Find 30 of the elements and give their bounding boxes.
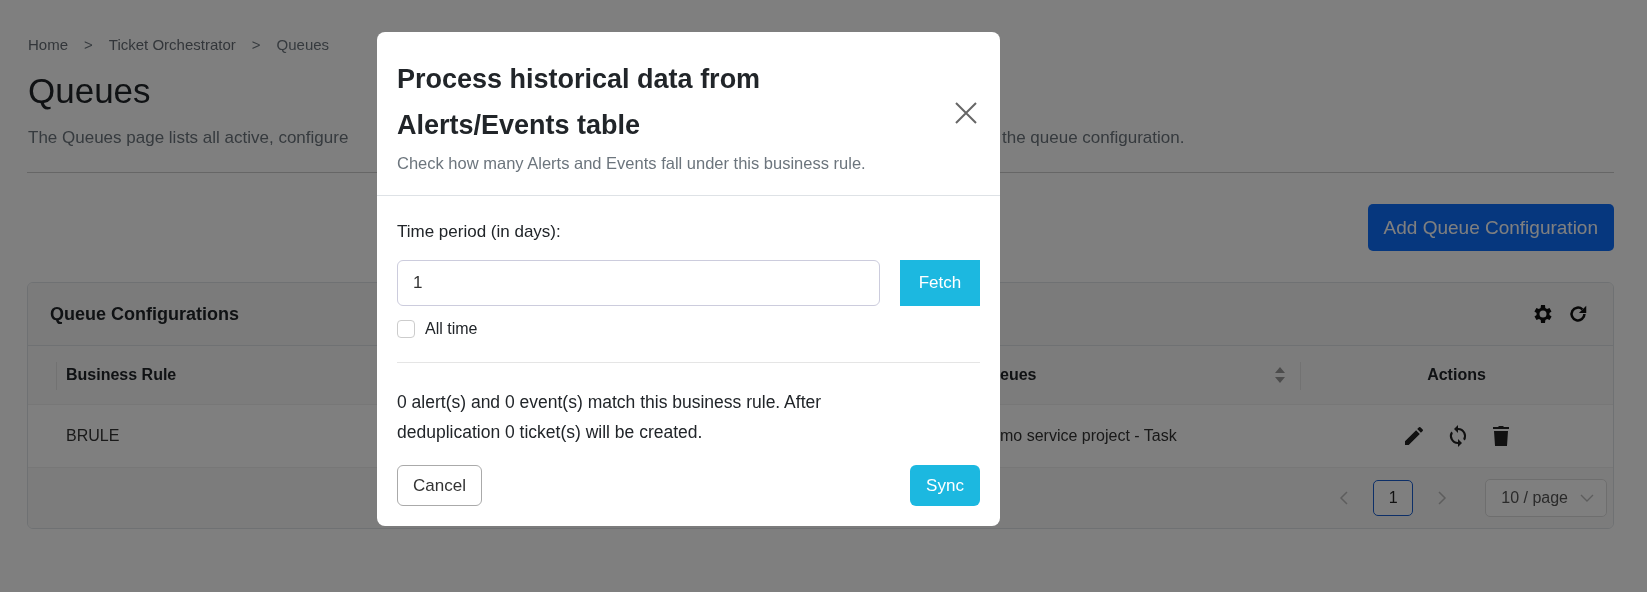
dialog-title: Process historical data from Alerts/Events table <box>397 63 762 142</box>
table-cell: BRULE <box>66 427 120 445</box>
checkbox-label: All time <box>425 320 478 338</box>
cancel-button[interactable]: Cancel <box>397 465 482 506</box>
field-label: Time period (in days): <box>397 222 562 242</box>
dialog-subtitle: Check how many Alerts and Events fall under this business rule. <box>397 154 867 173</box>
refresh-icon[interactable] <box>1567 303 1589 325</box>
page-button[interactable]: 1 <box>1373 480 1414 516</box>
time-period-field[interactable]: 1 <box>397 260 880 306</box>
page-description: the queue configuration. <box>1002 128 1185 148</box>
breadcrumb-separator: > <box>84 36 93 53</box>
page-description: The Queues page lists all active, configure <box>28 128 350 148</box>
breadcrumb-current: Queues <box>276 36 330 53</box>
table-cell: mo service project - Task <box>1000 427 1177 445</box>
breadcrumb-link[interactable]: Home <box>28 36 68 53</box>
page-title: Queues <box>28 70 151 112</box>
card-title: Queue Configurations <box>50 303 239 325</box>
all-time-checkbox[interactable] <box>397 320 415 338</box>
chevron-down-icon <box>1580 493 1594 503</box>
add-queue-configuration-button[interactable]: Add Queue Configuration <box>1367 204 1614 251</box>
column-header: Actions <box>1427 366 1486 384</box>
column-header[interactable]: eues <box>1000 366 1037 384</box>
breadcrumb-link[interactable]: Ticket Orchestrator <box>108 36 236 53</box>
close-icon[interactable] <box>955 102 977 124</box>
result-message: 0 alert(s) and 0 event(s) match this business rule. After deduplication 0 ticket(s) will be created. <box>397 391 823 444</box>
fetch-button[interactable]: Fetch <box>900 260 980 306</box>
column-header[interactable]: Business Rule <box>66 366 177 384</box>
breadcrumb-separator: > <box>251 36 261 53</box>
sync-button[interactable]: Sync <box>910 465 980 506</box>
page-size-select[interactable]: 10 / page <box>1485 479 1607 517</box>
